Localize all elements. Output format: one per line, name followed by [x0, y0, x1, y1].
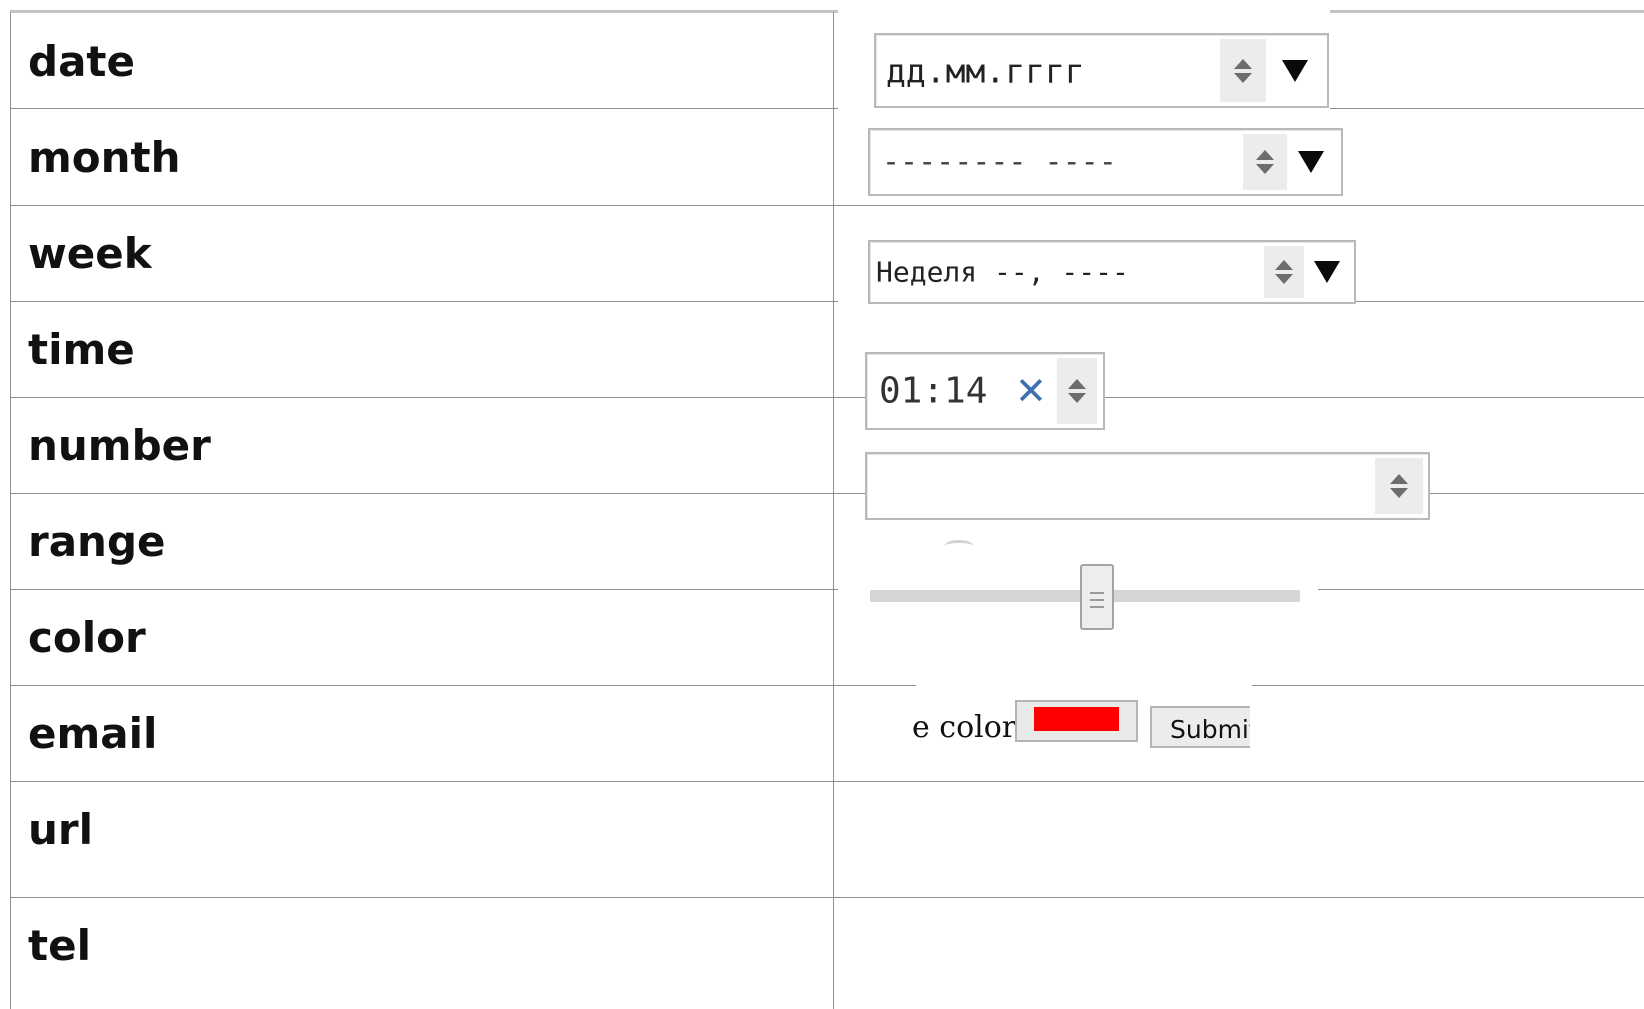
spinner-up-down-icon[interactable]: [1375, 458, 1423, 514]
dropdown-triangle-icon[interactable]: [1298, 151, 1324, 173]
table-middle-border: [833, 12, 834, 1009]
row-label-time: time: [28, 325, 135, 374]
range-thumb[interactable]: [1079, 564, 1114, 630]
range-ghost-mark: [944, 540, 974, 553]
row-label-range: range: [28, 517, 166, 566]
screenshot-patch: [838, 536, 1318, 636]
row-divider: [10, 301, 1644, 302]
dropdown-triangle-icon[interactable]: [1282, 59, 1308, 82]
input-types-slide: date month week time number range color …: [0, 0, 1644, 1009]
row-label-week: week: [28, 229, 152, 278]
row-label-email: email: [28, 709, 158, 758]
row-divider: [10, 897, 1644, 898]
clear-x-icon[interactable]: ✕: [1015, 372, 1047, 410]
row-divider: [10, 397, 1644, 398]
spinner-up-down-icon[interactable]: [1220, 39, 1266, 102]
time-input[interactable]: 01:14 ✕: [865, 352, 1105, 430]
date-input[interactable]: дд.мм.гггг: [874, 33, 1329, 108]
row-label-date: date: [28, 37, 135, 86]
spinner-up-down-icon[interactable]: [1264, 246, 1304, 298]
week-input[interactable]: Неделя --, ----: [868, 240, 1356, 304]
spinner-up-down-icon[interactable]: [1057, 358, 1097, 424]
submit-button[interactable]: Submit: [1150, 706, 1250, 748]
row-label-url: url: [28, 805, 94, 854]
table-left-border: [10, 12, 11, 1009]
spinner-up-down-icon[interactable]: [1243, 134, 1287, 190]
month-input[interactable]: -------- ----: [868, 128, 1343, 196]
dropdown-triangle-icon[interactable]: [1314, 261, 1340, 283]
month-placeholder: -------- ----: [882, 144, 1117, 180]
row-divider: [10, 589, 1644, 590]
row-label-number: number: [28, 421, 211, 470]
color-caption: e color:: [912, 710, 1027, 745]
row-divider: [10, 781, 1644, 782]
row-divider: [10, 685, 1644, 686]
time-value: 01:14: [879, 370, 988, 412]
row-label-tel: tel: [28, 921, 91, 970]
color-swatch: [1034, 707, 1119, 731]
row-label-month: month: [28, 133, 181, 182]
row-divider: [10, 108, 1644, 109]
row-label-color: color: [28, 613, 146, 662]
number-input[interactable]: [865, 452, 1430, 520]
date-placeholder: дд.мм.гггг: [886, 51, 1085, 90]
row-divider: [10, 205, 1644, 206]
week-placeholder: Неделя --, ----: [876, 255, 1129, 289]
color-picker-button[interactable]: [1015, 700, 1138, 742]
